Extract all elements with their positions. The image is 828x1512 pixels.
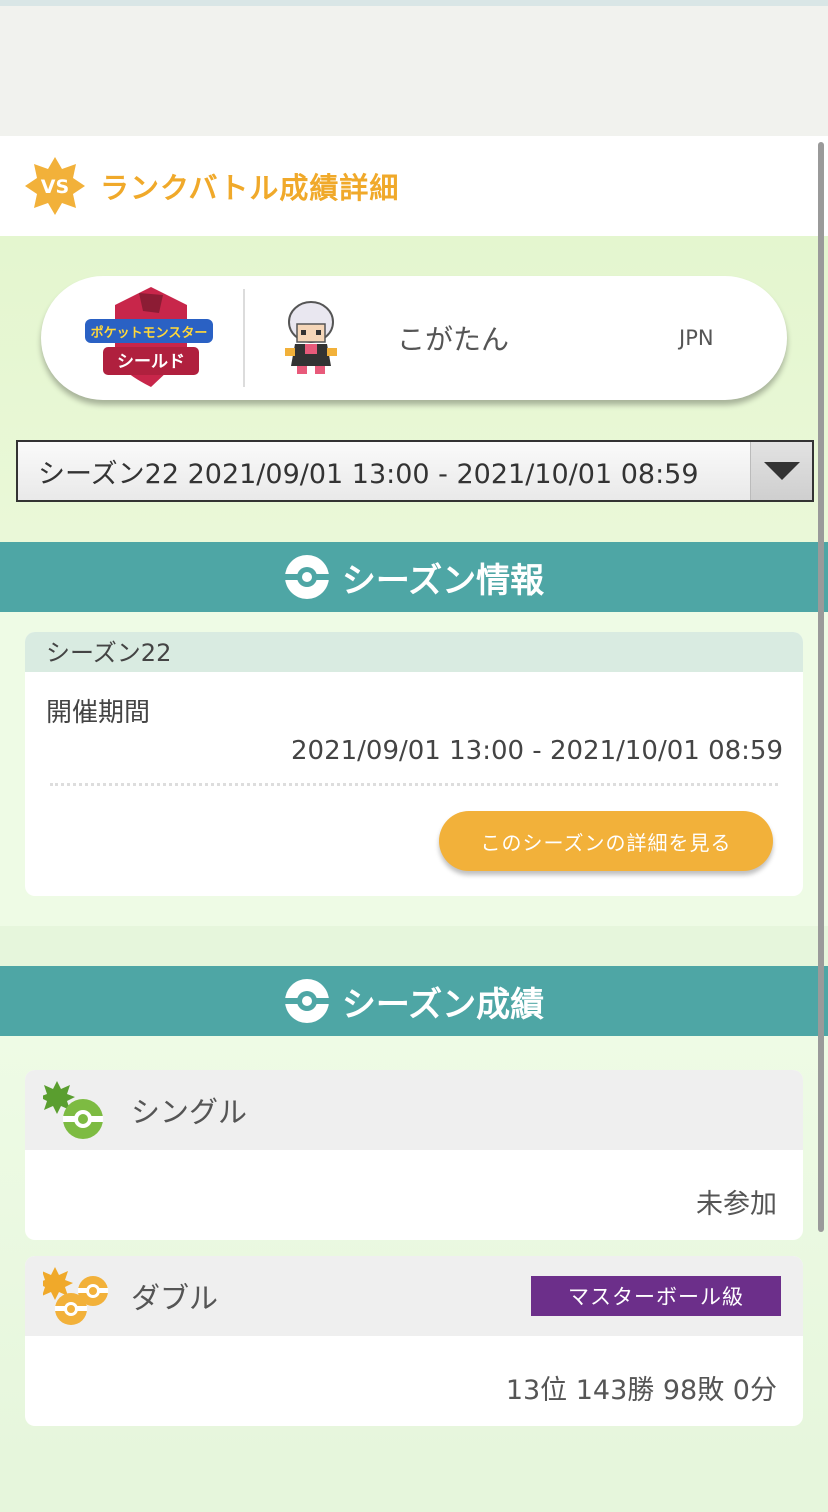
single-result-value: 未参加 <box>696 1189 777 1220</box>
season-info-card: シーズン22 開催期間 2021/09/01 13:00 - 2021/10/0… <box>25 632 803 896</box>
single-label: シングル <box>131 1095 248 1129</box>
double-result-card: ダブル マスターボール級 13位 143勝 98敗 0分 <box>25 1256 803 1426</box>
double-result-value: 13位 143勝 98敗 0分 <box>505 1375 777 1406</box>
rank-badge: マスターボール級 <box>531 1276 781 1316</box>
trainer-name: こがたん <box>397 323 510 356</box>
game-logo: ポケットモンスター シールド <box>81 283 281 393</box>
game-logo-top-text: ポケットモンスター <box>91 325 208 341</box>
page-header: VS ランクバトル成績詳細 <box>0 136 828 236</box>
period-value: 2021/09/01 13:00 - 2021/10/01 08:59 <box>290 736 783 766</box>
trainer-card: ポケットモンスター シールド こがたん JPN <box>41 276 787 400</box>
chevron-down-icon[interactable] <box>750 442 812 500</box>
bottom-band <box>0 1472 828 1512</box>
vs-badge-text: VS <box>41 176 69 198</box>
top-blank-area <box>0 6 828 136</box>
season-detail-button[interactable]: このシーズンの詳細を見る <box>439 811 773 871</box>
season-select[interactable]: シーズン22 2021/09/01 13:00 - 2021/10/01 08:… <box>16 440 814 502</box>
season-results-area: シングル 未参加 ダブル マスターボール級 13位 143勝 98敗 0分 <box>0 1036 828 1472</box>
single-result-card: シングル 未参加 <box>25 1070 803 1240</box>
season-info-title: シーズン情報 <box>341 560 545 601</box>
double-result-head: ダブル マスターボール級 <box>25 1256 803 1336</box>
season-results-title: シーズン成績 <box>341 984 545 1025</box>
poke-ball-icon <box>283 554 330 600</box>
trainer-avatar-icon <box>281 300 341 376</box>
poke-ball-icon <box>283 978 330 1024</box>
double-battle-icon <box>43 1265 109 1327</box>
page-title: ランクバトル成績詳細 <box>100 171 400 205</box>
scrollbar[interactable] <box>818 142 824 1232</box>
season-info-header: シーズン情報 <box>0 542 828 612</box>
single-result-head: シングル <box>25 1070 803 1150</box>
double-label: ダブル <box>131 1281 219 1315</box>
section-gap <box>0 926 828 966</box>
trainer-region: JPN <box>679 326 714 350</box>
season-info-area: シーズン22 開催期間 2021/09/01 13:00 - 2021/10/0… <box>0 612 828 926</box>
season-name: シーズン22 <box>25 632 803 672</box>
single-battle-icon <box>43 1079 109 1141</box>
profile-area: ポケットモンスター シールド こがたん JPN シーズン22 2021/09/0… <box>0 236 828 542</box>
season-select-value: シーズン22 2021/09/01 13:00 - 2021/10/01 08:… <box>38 458 699 490</box>
period-label: 開催期間 <box>46 698 151 728</box>
vs-badge-icon: VS <box>24 155 86 217</box>
season-results-header: シーズン成績 <box>0 966 828 1036</box>
game-logo-bottom-text: シールド <box>117 352 185 372</box>
dotted-divider <box>50 783 778 786</box>
